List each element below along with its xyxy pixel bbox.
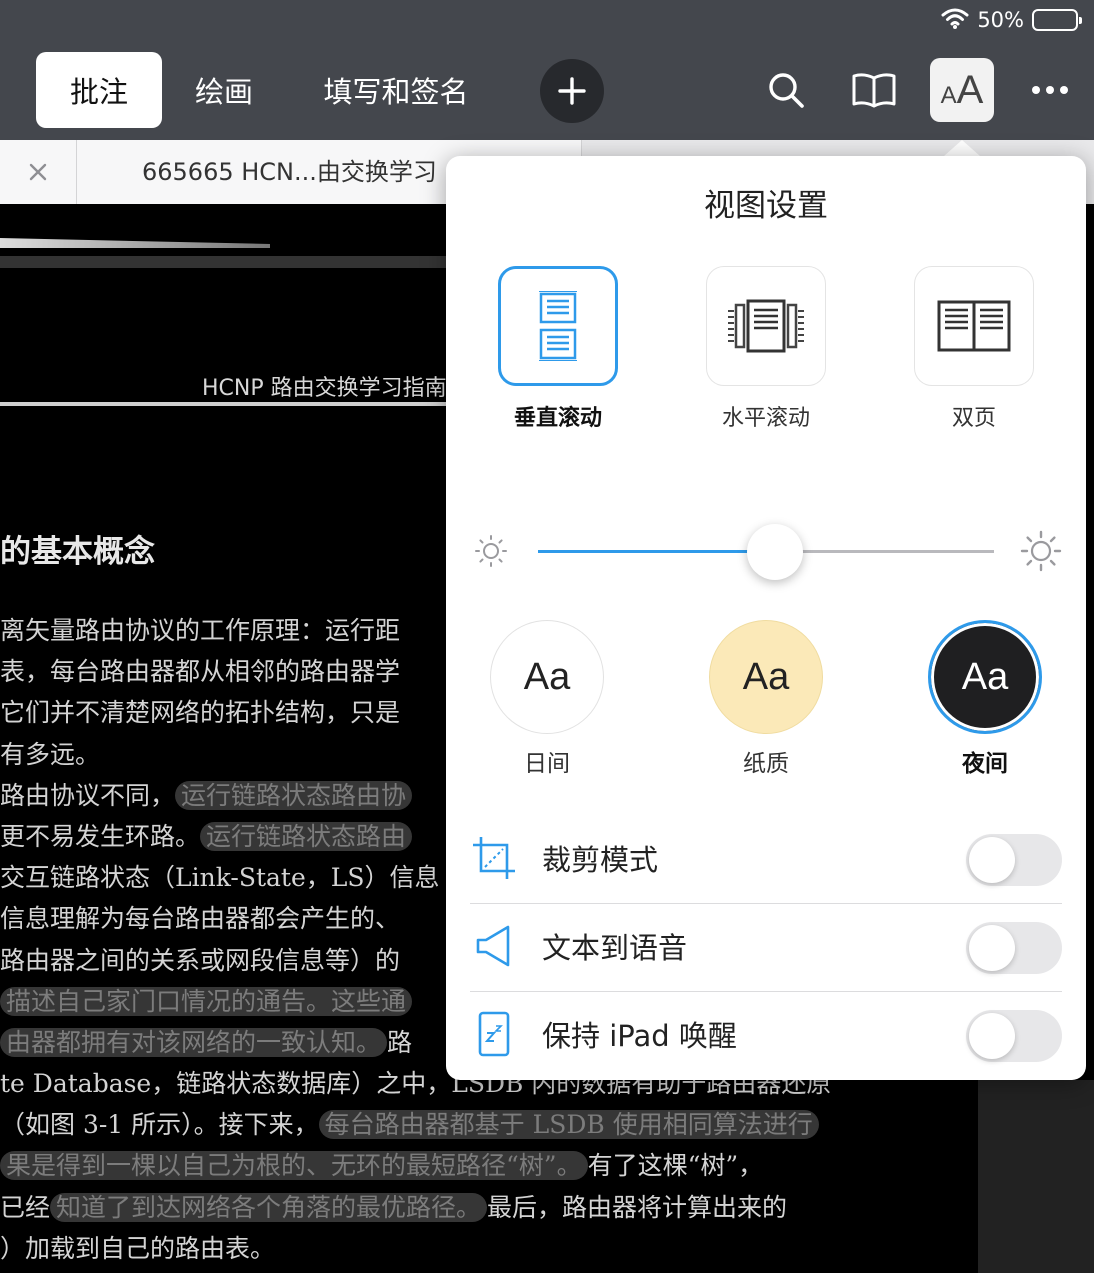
mode-horizontal-scroll-box[interactable] [706, 266, 826, 386]
popover-arrow [944, 140, 980, 156]
text-segment: 它们并不清楚网络的拓扑结构，只是 [0, 698, 401, 728]
mode-horizontal-scroll[interactable]: 水平滚动 [706, 266, 826, 432]
plus-icon [558, 77, 586, 105]
toolbar: 50% 批注 绘画 填写和签名 AA [0, 0, 1094, 140]
text-segment: 更不易发生环路。 [0, 821, 201, 851]
speaker-icon [470, 922, 518, 970]
text-line: （如图 3-1 所示）。接下来， 每台路由器都基于 LSDB 使用相同算法进行 [0, 1104, 900, 1145]
text-segment: 最后，路由器将计算出来的 [487, 1192, 788, 1222]
theme-night-label: 夜间 [962, 751, 1008, 777]
text-line: 果是得到一棵以自己为根的、无环的最短路径“树”。 有了这棵“树”， [0, 1145, 900, 1186]
text-segment: 离矢量路由协议的工作原理：运行距 [0, 616, 401, 645]
theme-day-label: 日间 [524, 751, 570, 777]
battery-icon [1032, 9, 1082, 31]
text-to-speech-label: 文本到语音 [542, 931, 688, 965]
tab-annotate[interactable]: 批注 [36, 52, 162, 128]
theme-night[interactable]: Aa 夜间 [928, 620, 1042, 778]
highlight-annotation[interactable]: 运行链路状态路由协 [175, 780, 413, 810]
text-segment: 信息理解为每台路由器都会产生的、 [0, 904, 401, 934]
text-segment: 有多远。 [0, 739, 101, 769]
text-to-speech-toggle[interactable] [966, 922, 1062, 974]
more-button[interactable] [1018, 58, 1082, 122]
text-segment: 表，每台路由器都从相邻的路由器学 [0, 657, 401, 687]
add-button[interactable] [540, 59, 604, 123]
book-icon [852, 73, 896, 108]
text-line: ）加载到自己的路由表。 [0, 1228, 900, 1269]
text-segment: ）加载到自己的路由表。 [0, 1233, 276, 1263]
mode-two-page-box[interactable] [914, 266, 1034, 386]
text-segment: 路由器之间的关系或网段信息等）的 [0, 945, 401, 975]
mode-vertical-scroll[interactable]: 垂直滚动 [498, 266, 618, 432]
brightness-thumb[interactable] [747, 524, 804, 580]
header-rule [0, 402, 450, 406]
mode-two-page[interactable]: 双页 [914, 266, 1034, 432]
tab-draw[interactable]: 绘画 [170, 52, 278, 128]
theme-paper[interactable]: Aa 纸质 [709, 620, 823, 778]
horizontal-scroll-icon [728, 299, 804, 353]
decorative-rule [0, 256, 450, 268]
keep-awake-row[interactable]: 保持 iPad 唤醒 [470, 992, 1062, 1080]
mode-two-page-label: 双页 [951, 406, 996, 431]
highlight-annotation[interactable]: 运行链路状态路由 [200, 821, 413, 851]
divider [76, 140, 77, 204]
view-settings-button[interactable]: AA [930, 58, 994, 122]
highlight-annotation[interactable]: 每台路由器都基于 LSDB 使用相同算法进行 [318, 1110, 819, 1140]
text-segment: 已经 [0, 1192, 51, 1222]
two-page-icon [937, 300, 1011, 352]
theme-paper-label: 纸质 [743, 751, 789, 777]
close-tab-button[interactable] [0, 140, 76, 204]
highlight-annotation[interactable]: 知道了到达网络各个角落的最优路径。 [50, 1192, 488, 1222]
theme-day-swatch[interactable]: Aa [490, 620, 604, 734]
close-icon [29, 163, 47, 181]
popover-title: 视图设置 [704, 188, 828, 224]
text-segment: 路 [387, 1027, 413, 1057]
toggle-knob [969, 837, 1015, 883]
decorative-rule [0, 238, 270, 248]
theme-paper-swatch[interactable]: Aa [709, 620, 823, 734]
highlight-annotation[interactable]: 由器都拥有对该网络的一致认知。 [0, 1027, 388, 1057]
crop-mode-row[interactable]: 裁剪模式 [470, 816, 1062, 904]
brightness-slider[interactable] [446, 516, 1086, 586]
battery-percent: 50% [977, 8, 1024, 32]
mode-vertical-scroll-label: 垂直滚动 [513, 406, 602, 431]
toggle-knob [969, 925, 1015, 971]
brightness-high-icon [1020, 530, 1062, 572]
wifi-icon [941, 7, 969, 34]
keep-awake-toggle[interactable] [966, 1010, 1062, 1062]
theme-night-swatch[interactable]: Aa [928, 620, 1042, 734]
brightness-fill [538, 550, 776, 553]
search-button[interactable] [754, 58, 818, 122]
crop-mode-toggle[interactable] [966, 834, 1062, 886]
tablet-sleep-icon [470, 1010, 518, 1058]
tab-fill-sign[interactable]: 填写和签名 [300, 52, 492, 128]
text-line: 已经 知道了到达网络各个角落的最优路径。 最后，路由器将计算出来的 [0, 1187, 900, 1228]
text-size-icon: AA [940, 67, 984, 112]
page-edge [978, 1080, 1094, 1273]
search-icon [769, 73, 804, 108]
brightness-low-icon [475, 535, 507, 567]
highlight-annotation[interactable]: 描述自己家门口情况的通告。这些通 [0, 986, 413, 1016]
text-segment: 交互链路状态（Link-State，LS）信息 [0, 863, 440, 893]
view-settings-popover: 视图设置 垂直滚动 水平滚动 双页 Aa 日间 Aa 纸质 Aa 夜间 裁剪模式… [446, 156, 1086, 1080]
keep-awake-label: 保持 iPad 唤醒 [542, 1019, 737, 1053]
bookmarks-button[interactable] [842, 58, 906, 122]
mode-horizontal-scroll-label: 水平滚动 [721, 406, 810, 431]
theme-day[interactable]: Aa 日间 [490, 620, 604, 778]
text-segment: （如图 3-1 所示）。接下来， [0, 1110, 319, 1140]
mode-vertical-scroll-box[interactable] [498, 266, 618, 386]
vertical-scroll-icon [539, 291, 577, 361]
more-icon [1032, 86, 1068, 94]
highlight-annotation[interactable]: 果是得到一棵以自己为根的、无环的最短路径“树”。 [0, 1151, 588, 1181]
text-to-speech-row[interactable]: 文本到语音 [470, 904, 1062, 992]
text-segment: 有了这棵“树”， [587, 1151, 764, 1181]
text-segment: 路由协议不同， [0, 780, 176, 810]
crop-icon [470, 834, 518, 882]
crop-mode-label: 裁剪模式 [542, 843, 659, 877]
status-bar: 50% [941, 6, 1082, 34]
running-header: HCNP 路由交换学习指南 [202, 376, 447, 401]
section-heading: 的基本概念 [0, 534, 155, 570]
toggle-knob [969, 1013, 1015, 1059]
